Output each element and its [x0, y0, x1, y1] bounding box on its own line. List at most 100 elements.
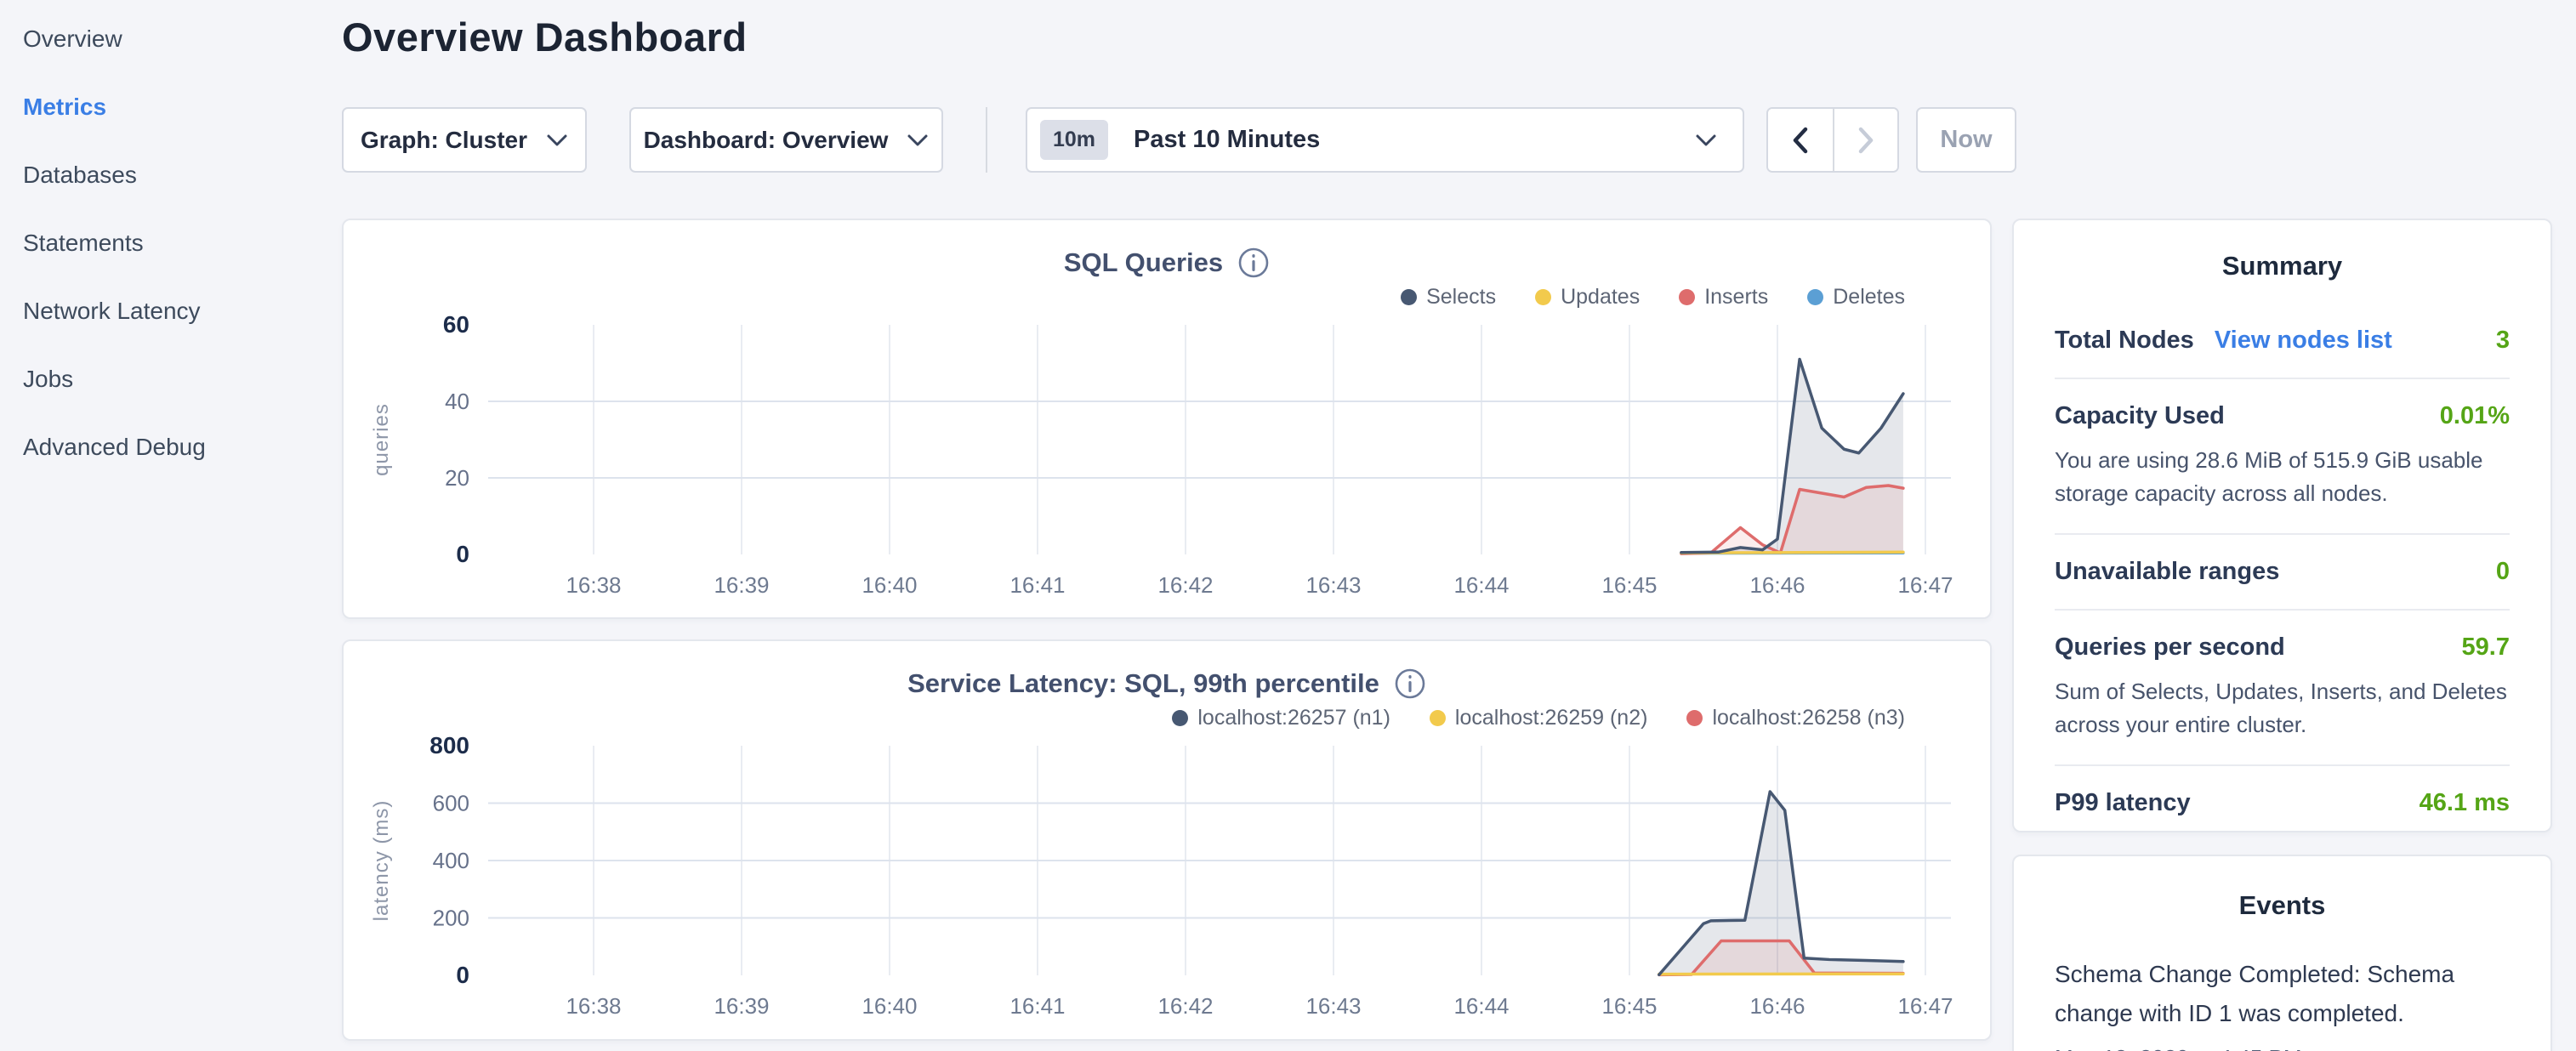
svg-text:800: 800 — [429, 732, 469, 758]
legend-label: Deletes — [1833, 285, 1905, 310]
graph-dropdown[interactable]: Graph: Cluster — [342, 107, 587, 173]
chevron-right-icon — [1857, 127, 1874, 154]
chart-plot[interactable]: 16:3816:3916:4016:4116:4216:4316:4416:45… — [344, 731, 1993, 1036]
svg-text:16:43: 16:43 — [1305, 572, 1361, 598]
svg-text:0: 0 — [456, 962, 469, 988]
legend-dot — [1430, 710, 1446, 726]
svg-text:16:47: 16:47 — [1897, 993, 1953, 1019]
summary-rows: Total NodesView nodes list3Capacity Used… — [2055, 304, 2510, 840]
event-text: Schema Change Completed: Schema change w… — [2055, 955, 2510, 1033]
legend-dot — [1172, 710, 1188, 726]
summary-row-label: P99 latency — [2055, 789, 2191, 817]
sidebar-item-advanced-debug[interactable]: Advanced Debug — [0, 413, 323, 481]
summary-row-subtext: You are using 28.6 MiB of 515.9 GiB usab… — [2055, 444, 2510, 510]
summary-row-subtext: Sum of Selects, Updates, Inserts, and De… — [2055, 675, 2510, 741]
main-content: Overview Dashboard Graph: Cluster Dashbo… — [342, 0, 1992, 1051]
chevron-left-icon — [1792, 127, 1809, 154]
info-icon[interactable] — [1237, 247, 1270, 279]
now-button[interactable]: Now — [1916, 107, 2016, 173]
legend-dot — [1535, 289, 1551, 305]
svg-text:60: 60 — [443, 311, 469, 338]
svg-text:16:39: 16:39 — [714, 572, 769, 598]
legend-label: localhost:26259 (n2) — [1455, 706, 1648, 730]
legend-item: Deletes — [1807, 285, 1905, 310]
legend-item: Inserts — [1679, 285, 1768, 310]
chevron-down-icon — [546, 134, 568, 147]
chart-header: SQL Queries — [344, 244, 1990, 281]
sql-queries-chart-card: SQL Queries Selects Updates Inserts Deletes… — [342, 219, 1992, 619]
dashboard-dropdown[interactable]: Dashboard: Overview — [629, 107, 943, 173]
legend-dot — [1401, 289, 1417, 305]
summary-row: Total NodesView nodes list3 — [2055, 304, 2510, 378]
sidebar-item-databases[interactable]: Databases — [0, 141, 323, 209]
summary-row-value: 46.1 ms — [2420, 789, 2510, 817]
svg-text:16:44: 16:44 — [1453, 993, 1509, 1019]
chart-header: Service Latency: SQL, 99th percentile — [344, 665, 1990, 702]
svg-text:16:43: 16:43 — [1305, 993, 1361, 1019]
svg-text:16:42: 16:42 — [1157, 572, 1213, 598]
service-latency-chart-card: Service Latency: SQL, 99th percentile lo… — [342, 639, 1992, 1041]
svg-text:20: 20 — [445, 465, 469, 491]
time-next-button[interactable] — [1833, 109, 1897, 171]
event-item: Schema Change Completed: Schema change w… — [2055, 955, 2510, 1051]
chart-legend: localhost:26257 (n1) localhost:26259 (n2)… — [344, 704, 1990, 731]
time-pager — [1766, 107, 1899, 173]
time-range-badge: 10m — [1040, 120, 1108, 160]
graph-dropdown-label: Graph: Cluster — [361, 127, 527, 154]
legend-label: localhost:26258 (n3) — [1712, 706, 1905, 730]
page-title: Overview Dashboard — [342, 0, 1992, 60]
controls-bar: Graph: Cluster Dashboard: Overview 10m P… — [342, 107, 2016, 173]
svg-text:40: 40 — [445, 389, 469, 414]
legend-item: localhost:26258 (n3) — [1686, 706, 1905, 730]
events-title: Events — [2055, 890, 2510, 921]
legend-dot — [1679, 289, 1695, 305]
svg-text:600: 600 — [433, 791, 469, 816]
time-prev-button[interactable] — [1768, 109, 1833, 171]
legend-item: Updates — [1535, 285, 1640, 310]
chart-plot[interactable]: 16:3816:3916:4016:4116:4216:4316:4416:45… — [344, 310, 1993, 615]
legend-label: Updates — [1561, 285, 1640, 310]
summary-row: Capacity Used 0.01% You are using 28.6 MiB… — [2055, 378, 2510, 533]
summary-row: Queries per second 59.7 Sum of Selects, Up… — [2055, 609, 2510, 764]
dashboard-dropdown-label: Dashboard: Overview — [644, 127, 889, 154]
time-range-dropdown[interactable]: 10m Past 10 Minutes — [1026, 107, 1744, 173]
svg-text:16:44: 16:44 — [1453, 572, 1509, 598]
summary-row-value: 0 — [2496, 558, 2510, 586]
summary-row-value: 59.7 — [2462, 633, 2510, 662]
chevron-down-icon — [1695, 134, 1717, 147]
svg-text:16:47: 16:47 — [1897, 572, 1953, 598]
sidebar-item-statements[interactable]: Statements — [0, 209, 323, 277]
chart-title: SQL Queries — [1064, 247, 1223, 278]
summary-row-value: 0.01% — [2440, 402, 2510, 430]
summary-row: Unavailable ranges0 — [2055, 533, 2510, 609]
sidebar-item-network-latency[interactable]: Network Latency — [0, 277, 323, 345]
svg-text:400: 400 — [433, 848, 469, 873]
info-icon[interactable] — [1394, 668, 1426, 700]
chart-title: Service Latency: SQL, 99th percentile — [907, 668, 1379, 699]
summary-row: P99 latency 46.1 ms — [2055, 764, 2510, 840]
sidebar-item-jobs[interactable]: Jobs — [0, 345, 323, 413]
legend-label: localhost:26257 (n1) — [1197, 706, 1390, 730]
view-nodes-link[interactable]: View nodes list — [2215, 327, 2392, 355]
summary-row-label: Queries per second — [2055, 633, 2285, 662]
svg-text:16:39: 16:39 — [714, 993, 769, 1019]
legend-item: Selects — [1401, 285, 1496, 310]
summary-row-label: Capacity Used — [2055, 402, 2225, 430]
summary-panel: Summary Total NodesView nodes list3Capac… — [2012, 219, 2552, 832]
svg-text:16:46: 16:46 — [1749, 993, 1805, 1019]
legend-dot — [1807, 289, 1823, 305]
sidebar-item-overview[interactable]: Overview — [0, 5, 323, 73]
svg-text:16:40: 16:40 — [862, 572, 917, 598]
svg-text:queries: queries — [370, 403, 393, 476]
legend-item: localhost:26257 (n1) — [1172, 706, 1390, 730]
svg-text:200: 200 — [433, 906, 469, 931]
sidebar-item-metrics[interactable]: Metrics — [0, 73, 323, 141]
svg-text:16:41: 16:41 — [1009, 572, 1065, 598]
svg-text:0: 0 — [456, 541, 469, 567]
svg-text:16:46: 16:46 — [1749, 572, 1805, 598]
summary-row-value: 3 — [2496, 327, 2510, 355]
chart-legend: Selects Updates Inserts Deletes — [344, 283, 1990, 310]
svg-text:16:45: 16:45 — [1601, 572, 1657, 598]
svg-text:16:45: 16:45 — [1601, 993, 1657, 1019]
chevron-down-icon — [907, 134, 929, 147]
